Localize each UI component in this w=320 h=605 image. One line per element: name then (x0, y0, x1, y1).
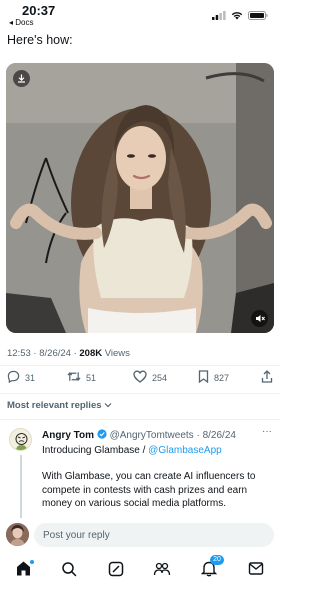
repost-button[interactable]: 51 (67, 370, 96, 385)
reply-body: With Glambase, you can create AI influen… (42, 471, 256, 509)
views-count: 208K (79, 348, 103, 359)
reply-header: Angry Tom @AngryTomtweets · 8/26/24 (42, 429, 236, 441)
bottom-tab-bar: 20 (0, 554, 280, 605)
more-options-button[interactable]: ··· (262, 426, 272, 437)
bookmark-icon (198, 370, 209, 385)
divider (0, 393, 280, 394)
divider (0, 419, 280, 420)
download-button[interactable] (13, 70, 30, 87)
bookmark-count: 827 (214, 372, 230, 383)
divider (0, 365, 280, 366)
post-date: 8/26/24 (39, 348, 71, 359)
reply-date: 8/26/24 (202, 430, 236, 441)
replies-sort-label: Most relevant replies (7, 400, 102, 411)
reply-intro: Introducing Glambase / @GlambaseApp (42, 445, 222, 456)
post-text: Here's how: (7, 33, 73, 47)
download-icon (17, 74, 26, 83)
share-button[interactable] (261, 370, 273, 385)
post-meta: 12:53 · 8/26/24 · 208K Views (7, 348, 130, 359)
reply-intro-text: Introducing Glambase / (42, 445, 149, 456)
like-button[interactable]: 254 (133, 370, 167, 385)
battery-icon (248, 7, 268, 25)
views-label[interactable]: Views (105, 348, 130, 359)
like-count: 254 (152, 372, 168, 383)
reply-composer (0, 518, 280, 554)
mute-button[interactable] (251, 310, 268, 327)
home-icon (15, 560, 32, 582)
status-time: 20:37 (22, 3, 56, 18)
wifi-icon (231, 7, 243, 25)
reply-input[interactable] (34, 523, 274, 547)
search-icon (61, 561, 77, 582)
angry-face-icon (15, 433, 28, 450)
tab-messages[interactable] (244, 559, 268, 583)
mute-icon (255, 314, 265, 323)
user-avatar[interactable] (6, 523, 29, 546)
bookmark-button[interactable]: 827 (198, 370, 229, 385)
post-video[interactable] (6, 63, 274, 333)
reply-button[interactable]: 31 (7, 370, 35, 385)
tab-search[interactable] (57, 559, 81, 583)
avatar[interactable] (9, 428, 32, 451)
status-bar: 20:37 ◂ Docs (0, 0, 280, 28)
reply-author-handle[interactable]: @AngryTomtweets (110, 430, 194, 441)
chevron-down-icon (104, 400, 112, 411)
tab-grok[interactable] (104, 559, 128, 583)
share-icon (261, 370, 273, 385)
post-actions: 31 51 254 827 (0, 370, 280, 390)
video-frame (6, 63, 274, 333)
tab-notifications[interactable]: 20 (197, 555, 224, 583)
like-icon (133, 370, 147, 385)
tab-home[interactable] (11, 559, 35, 583)
reply-count: 31 (25, 372, 36, 383)
replies-sort-dropdown[interactable]: Most relevant replies (7, 400, 112, 411)
status-icons (212, 7, 268, 25)
new-posts-dot (30, 560, 34, 564)
back-to-app-link[interactable]: ◂ Docs (9, 18, 33, 27)
post-time: 12:53 (7, 348, 31, 359)
user-photo (6, 523, 29, 546)
grok-icon (108, 561, 124, 582)
reply-author-name[interactable]: Angry Tom (42, 430, 94, 441)
verified-badge-icon (97, 429, 110, 441)
signal-icon (212, 7, 226, 25)
messages-icon (248, 561, 264, 581)
repost-count: 51 (86, 372, 97, 383)
repost-icon (67, 370, 81, 385)
tab-communities[interactable] (150, 559, 174, 583)
mention-link[interactable]: @GlambaseApp (148, 445, 222, 456)
communities-icon (153, 561, 171, 582)
reply-icon (7, 370, 20, 385)
notifications-badge: 20 (210, 555, 224, 565)
